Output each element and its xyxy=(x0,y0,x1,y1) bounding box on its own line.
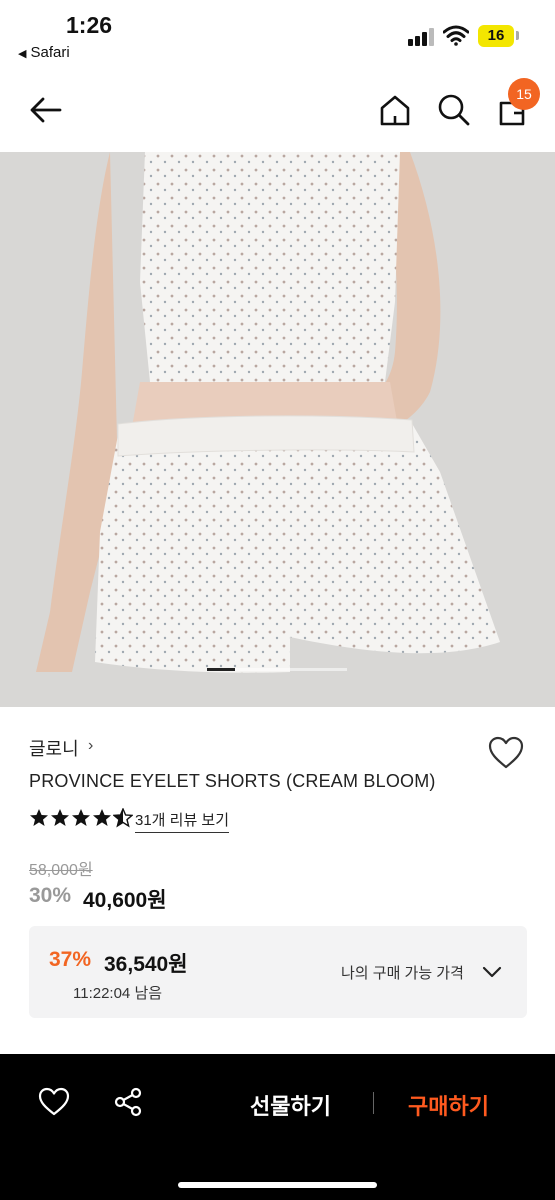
original-price: 58,000원 xyxy=(29,862,93,879)
battery-indicator: 16 xyxy=(478,25,514,47)
buy-button[interactable]: 구매하기 xyxy=(408,1089,489,1121)
back-app-label: Safari xyxy=(30,44,70,61)
gift-button[interactable]: 선물하기 xyxy=(250,1089,331,1121)
cart-count-badge: 15 xyxy=(508,78,540,110)
product-name: PROVINCE EYELET SHORTS (CREAM BLOOM) xyxy=(29,771,436,791)
product-image[interactable] xyxy=(0,152,555,707)
benefit-price: 36,540원 xyxy=(104,953,188,976)
carousel-active-indicator xyxy=(207,668,235,671)
heart-icon[interactable] xyxy=(488,736,524,770)
star-icon xyxy=(72,809,90,826)
bottom-action-bar: 선물하기 구매하기 xyxy=(0,1054,555,1200)
top-nav-bar xyxy=(0,70,555,152)
discount-price: 40,600원 xyxy=(83,889,167,912)
back-triangle-icon: ◀ xyxy=(18,48,27,60)
status-time: 1:26 xyxy=(66,12,113,38)
review-link[interactable]: 31개 리뷰 보기 xyxy=(135,809,230,833)
status-bar: 1:26 ◀ Safari 16 xyxy=(0,0,555,70)
discount-percent: 30% xyxy=(29,884,72,907)
battery-cap xyxy=(516,31,519,40)
home-indicator xyxy=(178,1182,377,1188)
my-purchase-price-label: 나의 구매 가능 가격 xyxy=(341,965,464,982)
signal-icon xyxy=(408,28,434,46)
share-icon[interactable] xyxy=(112,1086,144,1118)
time-remaining: 11:22:04 남음 xyxy=(73,985,163,1002)
star-icon xyxy=(93,809,111,826)
chevron-down-icon xyxy=(482,966,502,978)
star-icon xyxy=(30,809,48,826)
brand-chevron-icon[interactable]: › xyxy=(88,737,93,755)
product-photo xyxy=(0,152,555,707)
benefit-percent: 37% xyxy=(49,948,92,971)
back-arrow-icon[interactable] xyxy=(28,92,64,128)
back-to-safari[interactable]: ◀ Safari xyxy=(18,44,70,61)
divider xyxy=(373,1092,374,1114)
home-icon[interactable] xyxy=(377,92,413,128)
heart-icon[interactable] xyxy=(38,1086,70,1118)
search-icon[interactable] xyxy=(436,92,472,128)
star-half-icon xyxy=(113,808,133,828)
wifi-icon xyxy=(443,25,469,46)
benefit-price-box[interactable]: 37% 36,540원 11:22:04 남음 나의 구매 가능 가격 xyxy=(29,926,527,1018)
brand-name[interactable]: 글로니 xyxy=(29,735,79,761)
star-icon xyxy=(51,809,69,826)
